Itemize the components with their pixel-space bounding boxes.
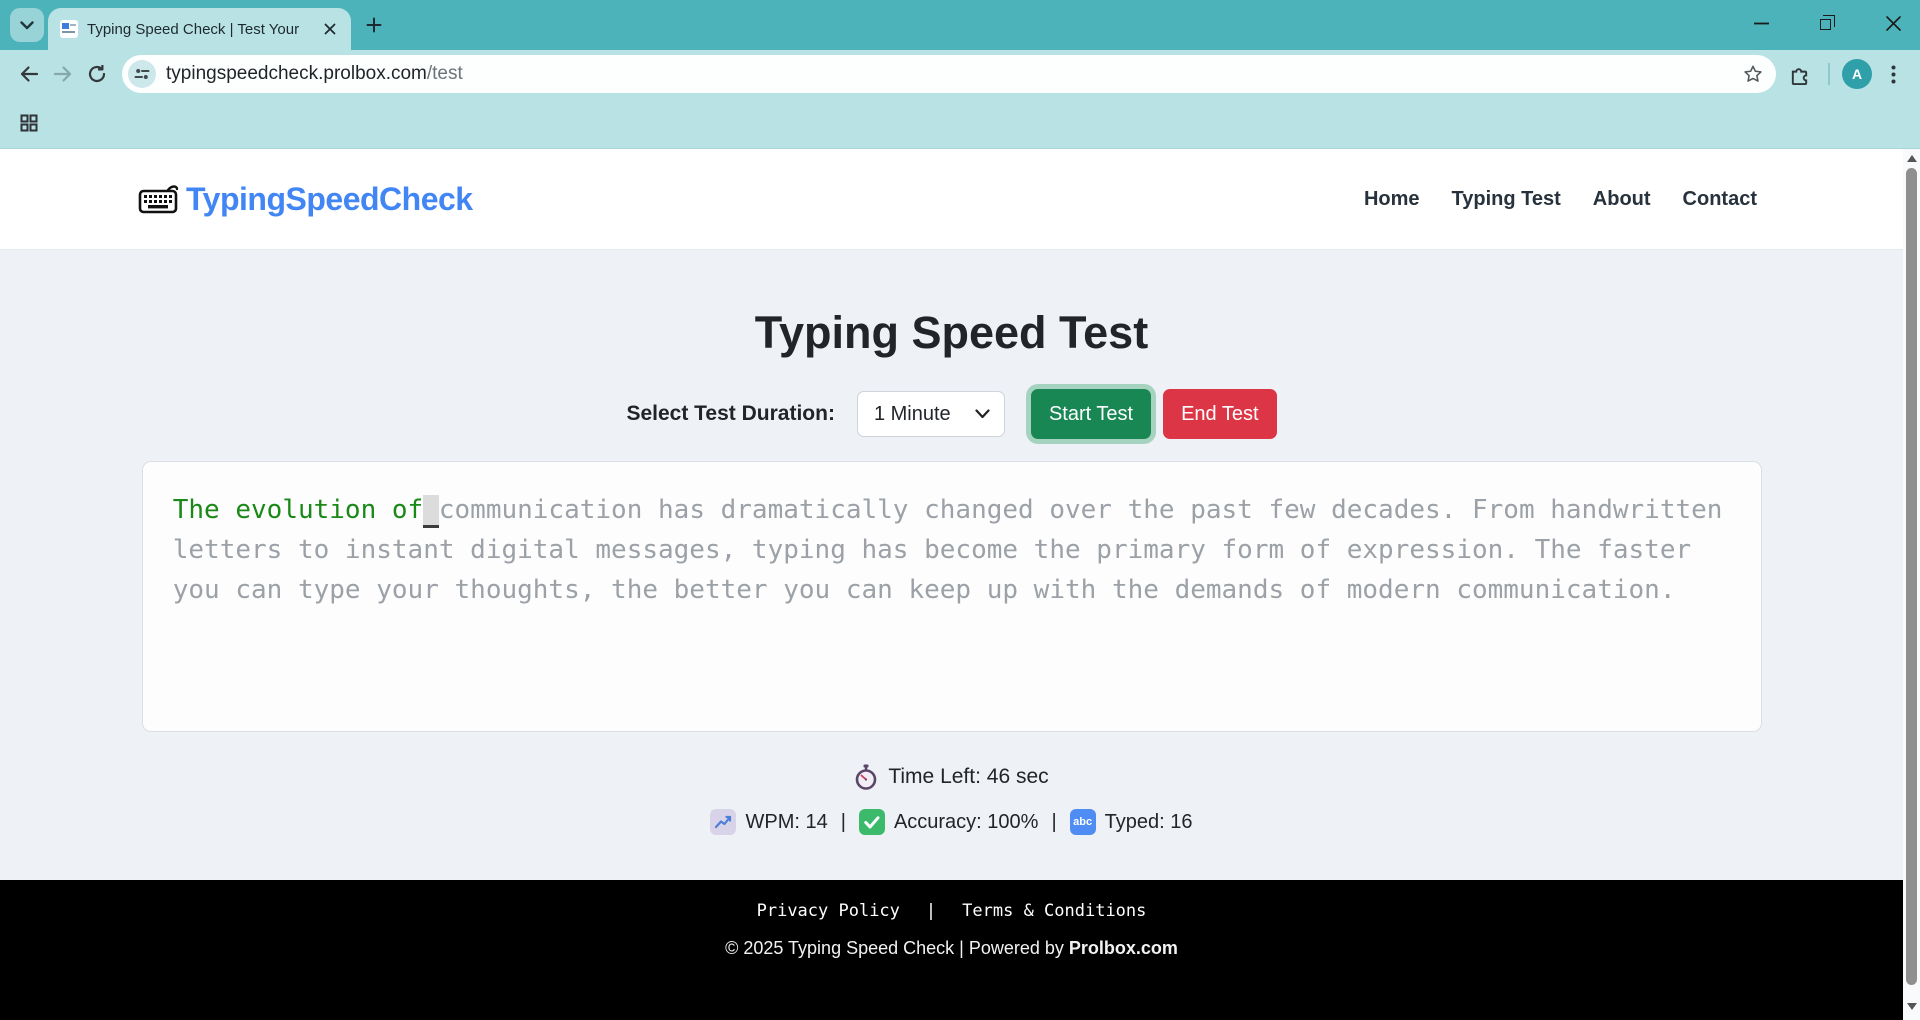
time-left-text: Time Left: 46 sec [888, 765, 1048, 789]
scroll-down-arrow-icon[interactable] [1907, 1003, 1917, 1010]
typed-count-text: Typed: 16 [1105, 811, 1193, 834]
stats-row: WPM: 14 | Accuracy: 100% | abc Typed: 16 [710, 809, 1192, 835]
minimize-button[interactable] [1748, 10, 1774, 36]
bookmark-star-icon[interactable] [1742, 63, 1764, 85]
page-title: Typing Speed Test [755, 304, 1148, 362]
typing-paragraph: The evolution of communication has drama… [173, 490, 1731, 731]
browser-toolbar: typingspeedcheck.prolbox.com/test A [0, 50, 1920, 98]
apps-grid-icon [20, 114, 38, 132]
restore-icon [1820, 19, 1831, 30]
stats-separator: | [1051, 811, 1056, 834]
window-controls [1748, 0, 1906, 46]
kebab-menu-icon [1891, 65, 1896, 84]
reload-icon [87, 64, 107, 84]
toolbar-separator [1828, 63, 1830, 85]
stopwatch-icon [854, 764, 878, 790]
puzzle-icon [1789, 64, 1810, 85]
duration-selected-value: 1 Minute [874, 403, 951, 426]
accuracy-text: Accuracy: 100% [894, 811, 1039, 834]
close-window-button[interactable] [1880, 10, 1906, 36]
page-scrollbar[interactable] [1903, 149, 1920, 1020]
page-viewport: TypingSpeedCheck Home Typing Test About … [0, 149, 1903, 1020]
check-mark-icon [859, 809, 885, 835]
brand-name: Prolbox.com [1069, 938, 1178, 958]
tab-close-icon[interactable] [319, 18, 341, 40]
duration-select[interactable]: 1 Minute [857, 391, 1005, 437]
start-test-button[interactable]: Start Test [1031, 389, 1151, 439]
bookmarks-bar [0, 98, 1920, 149]
terms-conditions-link[interactable]: Terms & Conditions [962, 901, 1146, 921]
url-path: /test [427, 63, 463, 84]
keyboard-icon [138, 183, 180, 215]
duration-label: Select Test Duration: [626, 402, 834, 426]
profile-avatar[interactable]: A [1842, 59, 1872, 89]
wpm-text: WPM: 14 [745, 811, 827, 834]
forward-arrow-icon [53, 65, 73, 83]
nav-link-contact[interactable]: Contact [1683, 188, 1757, 211]
browser-window: Typing Speed Check | Test Your typingspe… [0, 0, 1920, 1020]
toolbar-right-cluster: A [1782, 57, 1910, 91]
privacy-policy-link[interactable]: Privacy Policy [757, 901, 900, 921]
tab-search-button[interactable] [10, 8, 44, 42]
site-header: TypingSpeedCheck Home Typing Test About … [0, 149, 1903, 250]
browser-titlebar: Typing Speed Check | Test Your [0, 0, 1920, 50]
footer-links-separator: | [926, 901, 936, 921]
apps-grid-button[interactable] [12, 106, 46, 140]
end-test-button[interactable]: End Test [1163, 389, 1276, 439]
nav-link-typing-test[interactable]: Typing Test [1452, 188, 1561, 211]
footer-links: Privacy Policy | Terms & Conditions [0, 901, 1903, 921]
site-footer: Privacy Policy | Terms & Conditions © 20… [0, 880, 1903, 1020]
test-controls: Select Test Duration: 1 Minute Start Tes… [626, 388, 1276, 440]
scroll-up-arrow-icon[interactable] [1907, 155, 1917, 162]
forward-button[interactable] [46, 57, 80, 91]
scrollbar-thumb[interactable] [1906, 168, 1917, 985]
copyright-line: © 2025 Typing Speed Check | Powered by P… [0, 938, 1903, 959]
back-button[interactable] [12, 57, 46, 91]
main-nav: Home Typing Test About Contact [1364, 188, 1757, 211]
typing-text-card[interactable]: The evolution of communication has drama… [142, 461, 1762, 732]
reload-button[interactable] [80, 57, 114, 91]
site-logo[interactable]: TypingSpeedCheck [138, 181, 473, 218]
url-text[interactable]: typingspeedcheck.prolbox.com/test [166, 63, 1742, 85]
logo-text: TypingSpeedCheck [186, 181, 473, 218]
site-info-icon[interactable] [128, 60, 156, 88]
plus-icon [366, 17, 382, 33]
restore-button[interactable] [1814, 10, 1840, 36]
abc-input-icon: abc [1070, 809, 1096, 835]
new-tab-button[interactable] [359, 10, 389, 40]
nav-link-home[interactable]: Home [1364, 188, 1420, 211]
site-favicon [60, 20, 78, 38]
tab-title: Typing Speed Check | Test Your [87, 21, 319, 38]
browser-menu-button[interactable] [1876, 57, 1910, 91]
address-bar[interactable]: typingspeedcheck.prolbox.com/test [122, 55, 1776, 93]
typing-cursor [423, 495, 439, 528]
copyright-text: © 2025 Typing Speed Check | Powered by [725, 938, 1069, 958]
nav-link-about[interactable]: About [1593, 188, 1651, 211]
stats-separator: | [841, 811, 846, 834]
back-arrow-icon [19, 65, 39, 83]
extensions-button[interactable] [1782, 57, 1816, 91]
url-host: typingspeedcheck.prolbox.com [166, 63, 427, 84]
time-left-row: Time Left: 46 sec [854, 764, 1048, 790]
chevron-down-icon [20, 21, 34, 30]
main-content: Typing Speed Test Select Test Duration: … [0, 250, 1903, 880]
chart-increasing-icon [710, 809, 736, 835]
browser-tab[interactable]: Typing Speed Check | Test Your [48, 8, 351, 50]
typed-text: The evolution of [173, 495, 423, 525]
chevron-down-icon [975, 409, 990, 419]
